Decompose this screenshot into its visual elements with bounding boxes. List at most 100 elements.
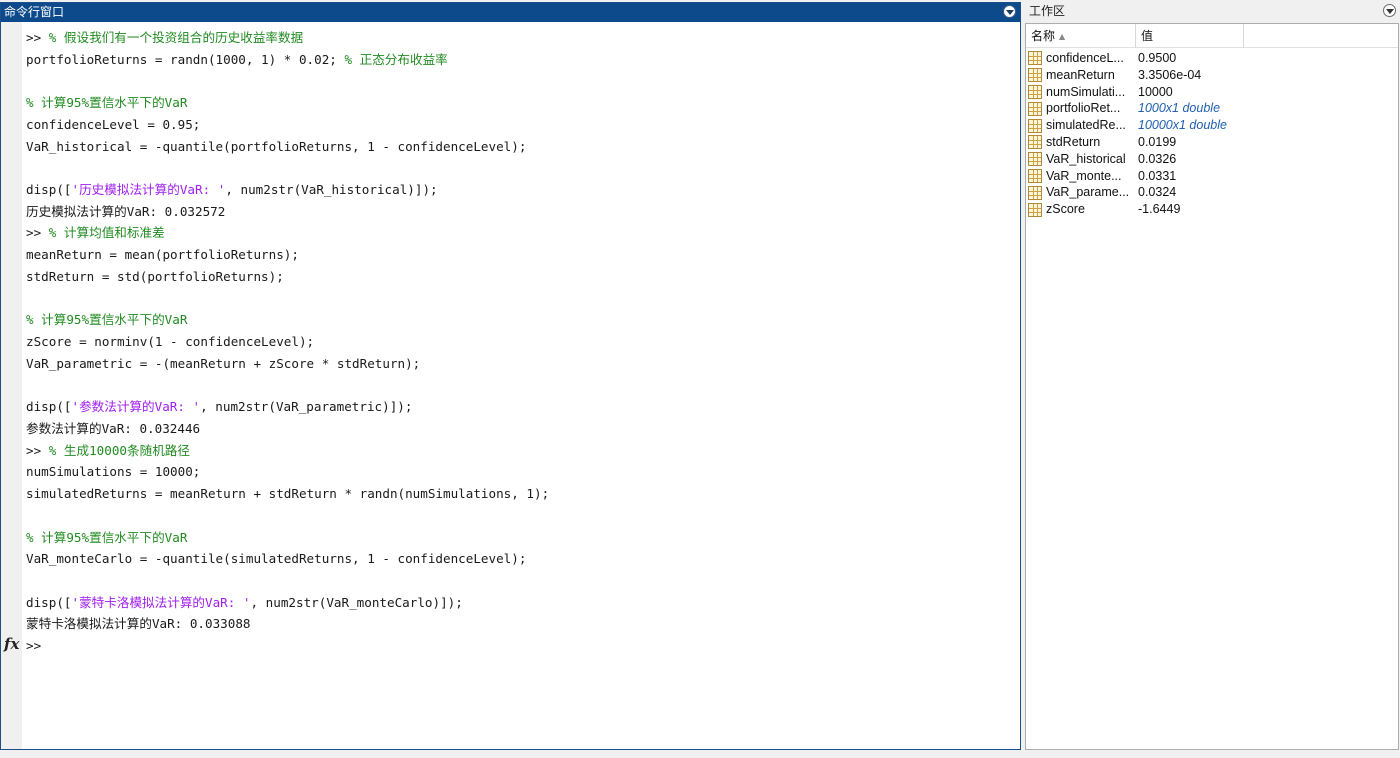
variable-name: meanReturn (1046, 67, 1115, 82)
fx-icon[interactable]: fx (4, 635, 19, 653)
command-line: zScore = norminv(1 - confidenceLevel); (26, 331, 1016, 353)
code-text: , num2str(VaR_parametric)]); (200, 399, 413, 415)
variable-value: 0.9500 (1138, 51, 1177, 65)
chevron-down-icon (1005, 9, 1014, 15)
command-line (26, 375, 1016, 397)
code-string: '参数法计算的VaR: ' (71, 399, 201, 415)
matrix-variable-icon (1028, 152, 1042, 167)
workspace-variable-row[interactable]: zScore -1.6449 (1026, 201, 1398, 218)
command-line: portfolioReturns = randn(1000, 1) * 0.02… (26, 49, 1016, 71)
variable-name-cell: stdReturn (1026, 134, 1136, 151)
code-text: , num2str(VaR_historical)]); (225, 182, 438, 198)
matrix-variable-icon (1028, 135, 1042, 150)
command-line: meanReturn = mean(portfolioReturns); (26, 244, 1016, 266)
command-window-content[interactable]: >> % 假设我们有一个投资组合的历史收益率数据 portfolioReturns… (26, 27, 1016, 657)
code-text: disp([ (26, 594, 72, 610)
code-text: >> (26, 30, 49, 45)
code-text: 参数法计算的VaR: 0.032446 (26, 420, 201, 436)
code-text: disp([ (26, 182, 72, 198)
column-header-name-label: 名称 (1031, 29, 1056, 43)
workspace-variable-row[interactable]: simulatedRe... 10000x1 double (1026, 117, 1398, 134)
command-line (26, 505, 1016, 527)
command-line: >> % 生成10000条随机路径 (26, 440, 1016, 462)
workspace-variable-row[interactable]: stdReturn 0.0199 (1026, 134, 1398, 151)
variable-name-cell: simulatedRe... (1026, 117, 1136, 134)
workspace-variable-row[interactable]: VaR_historical 0.0326 (1026, 151, 1398, 168)
command-line: % 计算95%置信水平下的VaR (26, 309, 1016, 331)
workspace-variable-row[interactable]: portfolioRet... 1000x1 double (1026, 100, 1398, 117)
code-text: , num2str(VaR_monteCarlo)]); (250, 594, 463, 610)
column-header-value[interactable]: 值 (1136, 24, 1244, 48)
code-text: numSimulations = 10000; (26, 464, 201, 480)
command-prompt[interactable]: >> (26, 635, 1016, 657)
variable-name-cell: VaR_historical (1026, 151, 1136, 168)
command-line: VaR_historical = -quantile(portfolioRetu… (26, 136, 1016, 158)
workspace-title: 工作区 (1029, 4, 1066, 18)
variable-name: portfolioRet... (1046, 101, 1121, 116)
variable-value: 1000x1 double (1138, 101, 1221, 116)
workspace-panel: 工作区 名称 ▲ 值 confidenceL... 0.9500 meanReturn… (1023, 2, 1399, 750)
matrix-variable-icon (1028, 202, 1042, 217)
variable-name-cell: VaR_parame... (1026, 184, 1136, 201)
matrix-variable-icon (1028, 185, 1042, 200)
workspace-rows: confidenceL... 0.9500 meanReturn 3.3506e-04… (1026, 48, 1398, 218)
column-header-value-label: 值 (1141, 29, 1154, 43)
variable-name: numSimulati... (1046, 84, 1126, 99)
workspace-variable-row[interactable]: numSimulati... 10000 (1026, 84, 1398, 101)
chevron-down-icon (1385, 8, 1394, 14)
code-text: >> (26, 442, 49, 458)
workspace-table: 名称 ▲ 值 confidenceL... 0.9500 meanReturn 3.35… (1025, 23, 1399, 750)
variable-name: VaR_monte... (1046, 168, 1122, 183)
code-string: '蒙特卡洛模拟法计算的VaR: ' (71, 594, 251, 610)
variable-value: 0.0331 (1138, 168, 1177, 183)
code-text: portfolioReturns = randn(1000, 1) * 0.02… (26, 51, 345, 67)
command-window-titlebar: 命令行窗口 (1, 3, 1020, 22)
variable-name-cell: zScore (1026, 201, 1136, 218)
code-text: >> (26, 225, 49, 241)
matrix-variable-icon (1028, 84, 1042, 99)
code-comment: % 生成10000条随机路径 (48, 442, 190, 458)
command-line (26, 157, 1016, 179)
workspace-variable-row[interactable]: VaR_monte... 0.0331 (1026, 168, 1398, 185)
code-text: disp([ (26, 399, 72, 415)
variable-name: simulatedRe... (1046, 118, 1126, 133)
command-line: disp(['历史模拟法计算的VaR: ', num2str(VaR_histo… (26, 179, 1016, 201)
command-line: disp(['参数法计算的VaR: ', num2str(VaR_paramet… (26, 396, 1016, 418)
code-text: VaR_parametric = -(meanReturn + zScore *… (26, 355, 421, 371)
workspace-variable-row[interactable]: confidenceL... 0.9500 (1026, 50, 1398, 67)
code-comment: % 计算均值和标准差 (48, 225, 165, 241)
variable-name: zScore (1046, 202, 1085, 217)
command-line: % 计算95%置信水平下的VaR (26, 527, 1016, 549)
command-line: numSimulations = 10000; (26, 461, 1016, 483)
matrix-variable-icon (1028, 101, 1042, 116)
variable-name-cell: confidenceL... (1026, 50, 1136, 67)
code-text: >> (26, 638, 42, 654)
matrix-variable-icon (1028, 51, 1042, 66)
matrix-variable-icon (1028, 168, 1042, 183)
variable-name-cell: meanReturn (1026, 67, 1136, 84)
code-comment: % 计算95%置信水平下的VaR (26, 529, 188, 545)
command-line (26, 288, 1016, 310)
command-line: simulatedReturns = meanReturn + stdRetur… (26, 483, 1016, 505)
command-window-title: 命令行窗口 (4, 5, 65, 19)
command-line: disp(['蒙特卡洛模拟法计算的VaR: ', num2str(VaR_mon… (26, 592, 1016, 614)
variable-value: 0.0324 (1138, 185, 1177, 200)
workspace-variable-row[interactable]: VaR_parame... 0.0324 (1026, 184, 1398, 201)
command-line (26, 570, 1016, 592)
workspace-menu-button[interactable] (1383, 4, 1396, 17)
code-text: VaR_historical = -quantile(portfolioRetu… (26, 138, 527, 154)
variable-name-cell: numSimulati... (1026, 84, 1136, 101)
output-line: 参数法计算的VaR: 0.032446 (26, 418, 1016, 440)
column-header-name[interactable]: 名称 ▲ (1026, 24, 1136, 48)
command-window-menu-button[interactable] (1003, 5, 1016, 18)
sort-ascending-icon: ▲ (1059, 32, 1066, 41)
variable-value: 10000x1 double (1138, 118, 1227, 133)
variable-value: -1.6449 (1138, 202, 1181, 217)
variable-name: VaR_historical (1046, 151, 1126, 166)
variable-name: stdReturn (1046, 134, 1101, 149)
workspace-variable-row[interactable]: meanReturn 3.3506e-04 (1026, 67, 1398, 84)
command-line: % 计算95%置信水平下的VaR (26, 92, 1016, 114)
workspace-titlebar: 工作区 (1023, 2, 1399, 21)
code-text: 历史模拟法计算的VaR: 0.032572 (26, 203, 226, 219)
variable-name-cell: portfolioRet... (1026, 100, 1136, 117)
